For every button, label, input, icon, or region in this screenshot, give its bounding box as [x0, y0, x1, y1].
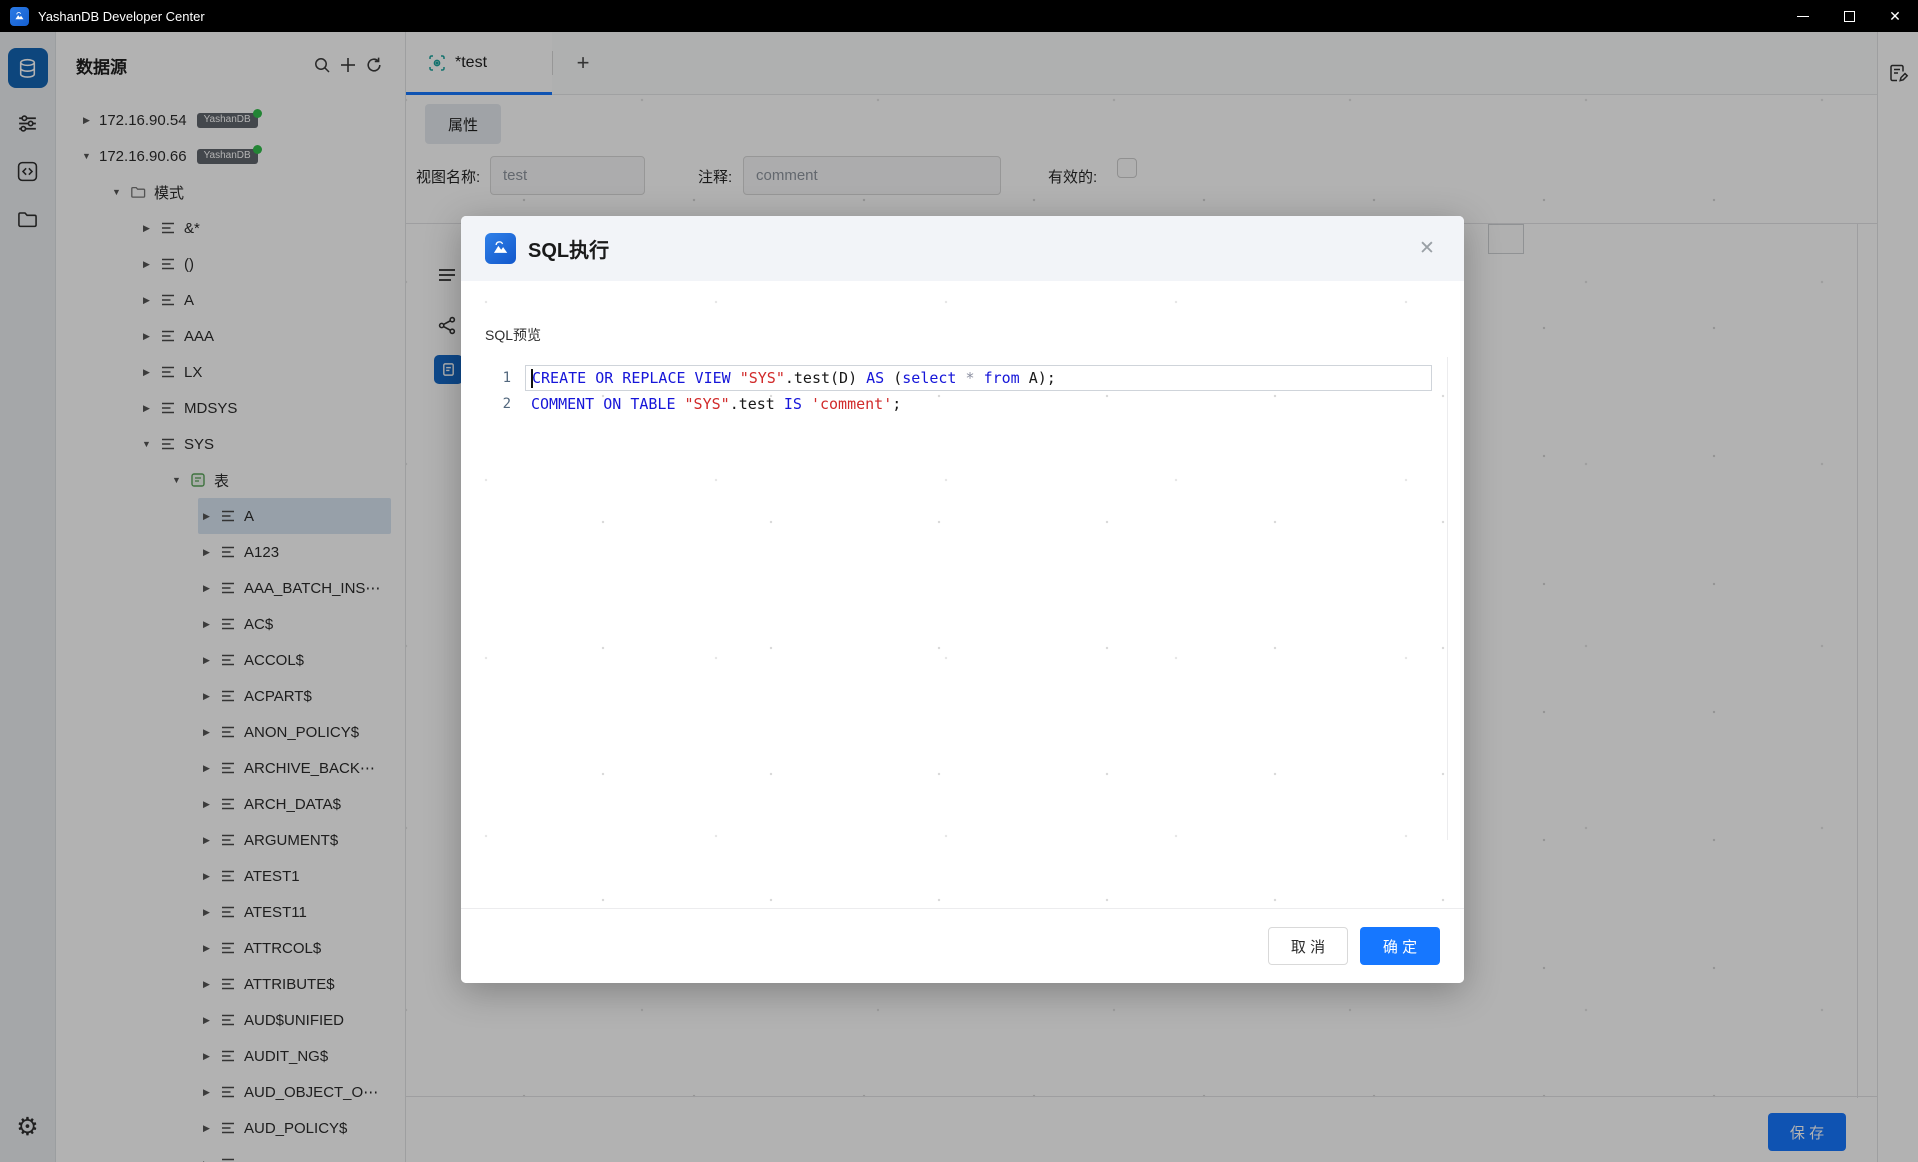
sql-token: ( — [893, 369, 902, 387]
titlebar: YashanDB Developer Center ✕ — [0, 0, 1918, 32]
sql-token: select — [902, 369, 965, 387]
sql-preview-label: SQL预览 — [485, 325, 541, 345]
window-title: YashanDB Developer Center — [38, 9, 205, 24]
maximize-icon — [1844, 11, 1855, 22]
cancel-button[interactable]: 取 消 — [1268, 927, 1348, 965]
sql-token: 'comment' — [811, 395, 892, 413]
line-number: 1 — [485, 370, 511, 386]
minimize-icon — [1797, 16, 1809, 17]
ok-button[interactable]: 确 定 — [1360, 927, 1440, 965]
dialog-header: SQL执行 ✕ — [461, 216, 1464, 281]
dialog-title: SQL执行 — [528, 234, 1414, 263]
editor-scroll-edge — [1447, 357, 1448, 840]
sql-token: CREATE OR REPLACE VIEW — [532, 369, 740, 387]
text-caret — [531, 369, 533, 388]
sql-token: A); — [1029, 369, 1056, 387]
dialog-body: SQL预览 1CREATE OR REPLACE VIEW "SYS".test… — [461, 281, 1464, 908]
sql-token: "SYS" — [685, 395, 730, 413]
code-text: COMMENT ON TABLE "SYS".test IS 'comment'… — [525, 391, 907, 417]
maximize-button[interactable] — [1826, 0, 1872, 32]
code-text: CREATE OR REPLACE VIEW "SYS".test(D) AS … — [525, 365, 1432, 391]
sql-token: AS — [866, 369, 893, 387]
code-line: 1 CREATE OR REPLACE VIEW "SYS".test(D) AS… — [485, 365, 1434, 391]
sql-execute-dialog: SQL执行 ✕ SQL预览 1 CREATE OR REPLACE VIEW "S… — [461, 216, 1464, 983]
close-button[interactable]: ✕ — [1872, 0, 1918, 32]
sql-token: .test(D) — [785, 369, 866, 387]
sql-token: COMMENT ON TABLE — [531, 395, 685, 413]
close-icon: ✕ — [1889, 9, 1901, 23]
sql-token: from — [984, 369, 1029, 387]
dialog-footer: 取 消 确 定 — [461, 908, 1464, 983]
window-controls: ✕ — [1780, 0, 1918, 32]
app-window: YashanDB Developer Center ✕ ⚙ 数据源 — [0, 0, 1918, 1162]
dialog-close-icon[interactable]: ✕ — [1414, 237, 1440, 260]
sql-token: * — [966, 369, 984, 387]
dialog-logo-icon — [485, 233, 516, 264]
sql-editor[interactable]: 1CREATE OR REPLACE VIEW "SYS".test(D) AS… — [485, 365, 1434, 890]
line-number: 2 — [485, 396, 511, 412]
code-line: 2 COMMENT ON TABLE "SYS".test IS 'comment… — [485, 391, 1434, 417]
sql-token: .test — [730, 395, 784, 413]
sql-token: "SYS" — [740, 369, 785, 387]
sql-token: ; — [892, 395, 901, 413]
sql-token: IS — [784, 395, 811, 413]
minimize-button[interactable] — [1780, 0, 1826, 32]
app-logo-icon — [10, 7, 29, 26]
